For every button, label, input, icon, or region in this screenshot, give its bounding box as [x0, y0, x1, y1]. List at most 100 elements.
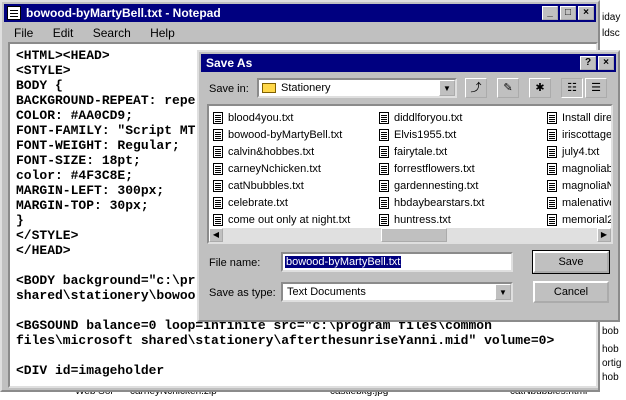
file-item[interactable]: malenative: [545, 195, 613, 212]
new-folder-icon[interactable]: ✱: [529, 78, 551, 98]
dialog-titlebar[interactable]: Save As ? ×: [201, 54, 616, 72]
file-name-value[interactable]: bowood-byMartyBell.txt: [285, 256, 402, 268]
file-item[interactable]: huntress.txt: [377, 212, 485, 229]
folder-icon: [262, 83, 276, 93]
menu-edit[interactable]: Edit: [53, 26, 74, 40]
file-item[interactable]: come out only at night.txt: [211, 212, 350, 229]
file-item-label: malenative: [562, 197, 613, 209]
dialog-close-button[interactable]: ×: [598, 56, 614, 70]
file-item[interactable]: diddlforyou.txt: [377, 110, 485, 127]
close-button[interactable]: ×: [578, 6, 594, 20]
file-item[interactable]: catNbubbles.txt: [211, 178, 350, 195]
file-item[interactable]: celebrate.txt: [211, 195, 350, 212]
file-item[interactable]: bowood-byMartyBell.txt: [211, 127, 350, 144]
file-item[interactable]: carneyNchicken.txt: [211, 161, 350, 178]
save-as-type-label: Save as type:: [209, 287, 276, 299]
file-item[interactable]: memorial20: [545, 212, 613, 229]
text-file-icon: [213, 180, 223, 192]
file-item-label: fairytale.txt: [394, 146, 448, 158]
text-file-icon: [379, 180, 389, 192]
horizontal-scrollbar[interactable]: ◀ ▶: [209, 228, 611, 242]
menu-bar: File Edit Search Help: [4, 24, 596, 42]
dialog-title: Save As: [206, 56, 253, 70]
cancel-button[interactable]: Cancel: [533, 281, 609, 303]
save-button[interactable]: Save: [532, 250, 610, 274]
save-as-type-value: Text Documents: [287, 286, 366, 298]
bg-text: hob: [602, 344, 619, 355]
text-file-icon: [547, 197, 557, 209]
bg-text: bob: [602, 326, 619, 337]
file-item-label: iriscottage.t: [562, 129, 613, 141]
chevron-down-icon[interactable]: ▼: [495, 284, 511, 300]
text-file-icon: [547, 129, 557, 141]
save-in-combo[interactable]: Stationery ▼: [257, 78, 457, 98]
file-item[interactable]: forrestflowers.txt: [377, 161, 485, 178]
file-item-label: gardennesting.txt: [394, 180, 479, 192]
text-file-icon: [547, 163, 557, 175]
file-item-label: Install direc: [562, 112, 613, 124]
text-file-icon: [547, 180, 557, 192]
text-file-icon: [213, 163, 223, 175]
file-item[interactable]: blood4you.txt: [211, 110, 350, 127]
file-item[interactable]: hbdaybearstars.txt: [377, 195, 485, 212]
file-item-label: carneyNchicken.txt: [228, 163, 321, 175]
file-column: diddlforyou.txt Elvis1955.txt fairytale.tx…: [377, 110, 485, 229]
text-file-icon: [547, 146, 557, 158]
minimize-button[interactable]: _: [542, 6, 558, 20]
file-item-label: calvin&hobbes.txt: [228, 146, 315, 158]
maximize-button[interactable]: □: [560, 6, 576, 20]
file-name-field[interactable]: bowood-byMartyBell.txt: [281, 252, 513, 272]
file-item[interactable]: magnoliaN: [545, 178, 611, 195]
text-file-icon: [213, 129, 223, 141]
text-file-icon: [379, 197, 389, 209]
text-file-icon: [213, 146, 223, 158]
list-view-icon[interactable]: ☷: [561, 78, 583, 98]
file-item-label: forrestflowers.txt: [394, 163, 475, 175]
file-item[interactable]: iriscottage.t: [545, 127, 613, 144]
scroll-left-icon[interactable]: ◀: [209, 228, 223, 242]
bg-text: iday: [602, 12, 621, 23]
file-item[interactable]: july4.txt: [545, 144, 611, 161]
chevron-down-icon[interactable]: ▼: [439, 80, 455, 96]
scroll-right-icon[interactable]: ▶: [597, 228, 611, 242]
window-title: bowood-byMartyBell.txt - Notepad: [26, 6, 221, 20]
file-item[interactable]: Install direc: [545, 110, 613, 127]
desktop-icon[interactable]: ✎: [497, 78, 519, 98]
file-item-label: huntress.txt: [394, 214, 451, 226]
file-item-label: memorial20: [562, 214, 613, 226]
bg-text: ortig: [602, 358, 622, 369]
file-item-label: blood4you.txt: [228, 112, 294, 124]
text-file-icon: [379, 163, 389, 175]
file-item-label: Elvis1955.txt: [394, 129, 457, 141]
notepad-icon: [7, 6, 21, 20]
text-file-icon: [547, 214, 557, 226]
file-column: Install direc iriscottage.t july4.txt magno…: [545, 110, 613, 229]
save-as-type-combo[interactable]: Text Documents ▼: [281, 282, 513, 302]
text-file-icon: [213, 112, 223, 124]
text-file-icon: [547, 112, 557, 124]
text-file-icon: [213, 214, 223, 226]
file-list[interactable]: blood4you.txt bowood-byMartyBell.txt calvi…: [207, 104, 613, 244]
notepad-titlebar[interactable]: bowood-byMartyBell.txt - Notepad _ □ ×: [4, 4, 596, 22]
file-item[interactable]: Elvis1955.txt: [377, 127, 485, 144]
menu-search[interactable]: Search: [93, 26, 131, 40]
file-item[interactable]: gardennesting.txt: [377, 178, 485, 195]
file-item[interactable]: calvin&hobbes.txt: [211, 144, 350, 161]
file-item-label: hbdaybearstars.txt: [394, 197, 485, 209]
text-file-icon: [379, 214, 389, 226]
file-item[interactable]: magnoliabi: [545, 161, 611, 178]
file-name-label: File name:: [209, 257, 261, 269]
text-file-icon: [379, 146, 389, 158]
save-as-dialog: Save As ? × Save in: Stationery ▼ ⤴ ✎ ✱ …: [197, 50, 620, 322]
details-view-icon[interactable]: ☰: [585, 78, 607, 98]
help-button[interactable]: ?: [580, 56, 596, 70]
up-folder-icon[interactable]: ⤴: [465, 78, 487, 98]
save-in-value: Stationery: [281, 82, 331, 94]
text-file-icon: [379, 129, 389, 141]
menu-file[interactable]: File: [14, 26, 33, 40]
menu-help[interactable]: Help: [150, 26, 175, 40]
file-item-label: july4.txt: [562, 146, 600, 158]
file-item-label: catNbubbles.txt: [228, 180, 304, 192]
scroll-thumb[interactable]: [381, 228, 447, 242]
file-item[interactable]: fairytale.txt: [377, 144, 485, 161]
